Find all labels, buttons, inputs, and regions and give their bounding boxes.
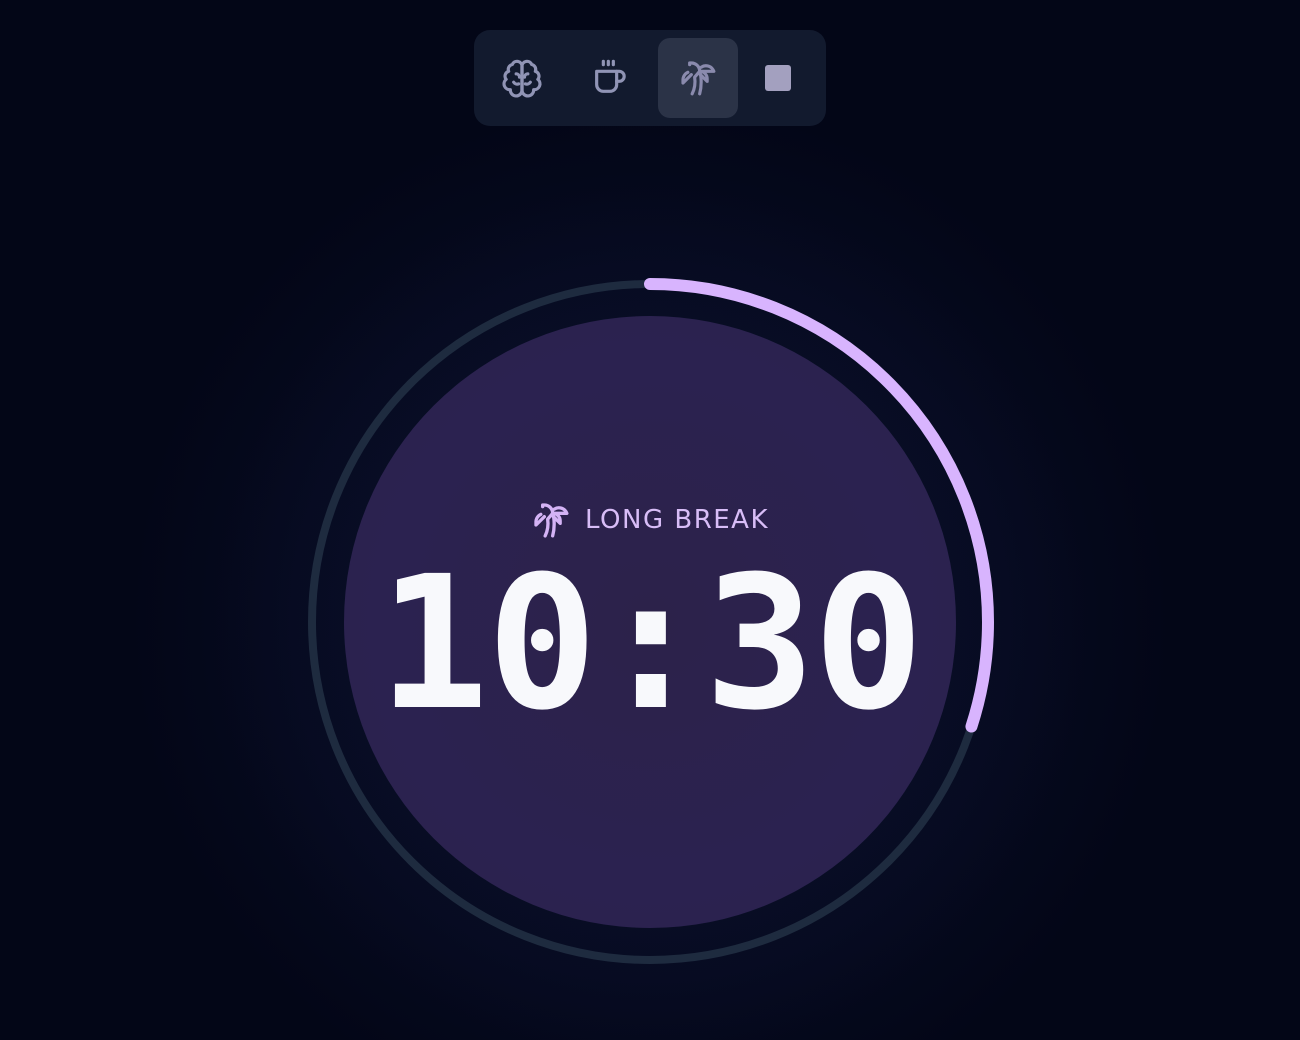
timer-face: LONG BREAK 10:30 [344, 316, 956, 928]
brain-icon [502, 59, 542, 98]
palm-tree-icon [534, 503, 569, 538]
mode-toolbar [474, 30, 826, 126]
palm-tree-icon [681, 61, 716, 96]
mode-label: LONG BREAK [344, 500, 956, 540]
pomodoro-app: LONG BREAK 10:30 [0, 0, 1300, 1040]
timer-display: 10:30 [378, 537, 924, 751]
stop-button[interactable] [738, 38, 818, 118]
short-break-button[interactable] [570, 38, 650, 118]
long-break-button[interactable] [658, 38, 738, 118]
mode-label-text: LONG BREAK [584, 505, 770, 535]
focus-mode-button[interactable] [482, 38, 562, 118]
coffee-cup-icon [595, 59, 626, 93]
stop-icon [765, 65, 791, 91]
